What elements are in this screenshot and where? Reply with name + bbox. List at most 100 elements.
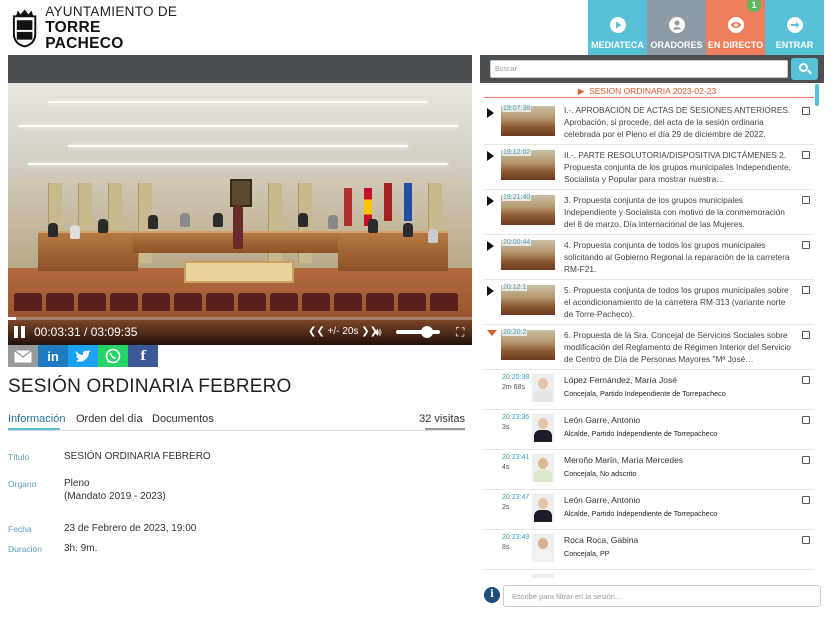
agenda-text: II.-. PARTE RESOLUTORIA/DISPOSITIVA DICT… (564, 150, 791, 184)
share-icon[interactable] (802, 107, 810, 115)
speaker-item[interactable]: 20:23:47 2s León Garre, Antonio Alcalde,… (484, 490, 814, 530)
expanded-arrow-icon (487, 330, 497, 336)
session-header[interactable]: ▶ SESION ORDINARIA 2023-02-23 (480, 84, 814, 98)
share-icon[interactable] (802, 416, 810, 424)
sidebar-scrollbar[interactable] (815, 84, 819, 106)
speaker-name: Meroño Marín, María Mercedes (564, 455, 684, 465)
agenda-item[interactable]: 19:07:38 I.-. APROBACIÓN DE ACTAS DE SES… (484, 100, 814, 145)
tab-informacion[interactable]: Información (8, 413, 65, 425)
agenda-item[interactable]: 20:12:1 5. Propuesta conjunta de todos l… (484, 280, 814, 325)
main-nav: MEDIATECA ORADORES 1 EN DIRECTO ENTRAR (588, 0, 824, 55)
nav-mediateca-button[interactable]: MEDIATECA (588, 0, 647, 55)
search-button[interactable] (791, 58, 818, 80)
speaker-role: Alcalde, Partido Independiente de Torrep… (564, 509, 718, 518)
visit-count: 32 visitas (419, 413, 465, 425)
share-icon[interactable] (802, 456, 810, 464)
speaker-item[interactable]: 20:20:38 2m 68s López Fernández, María J… (484, 370, 814, 410)
logo-line1: AYUNTAMIENTO DE (45, 3, 178, 19)
session-filter-input[interactable]: Escribe para filtrar en la sesión... (503, 585, 821, 607)
speaker-item[interactable]: 20:23:41 4s Meroño Marín, María Mercedes… (484, 450, 814, 490)
volume-slider[interactable] (396, 330, 440, 334)
share-icon[interactable] (802, 151, 810, 159)
agenda-item[interactable]: 19:12:02 II.-. PARTE RESOLUTORIA/DISPOSI… (484, 145, 814, 190)
share-facebook-button[interactable]: f (128, 345, 158, 367)
organo-mandate: (Mandato 2019 - 2023) (64, 491, 166, 502)
session-timeline: 19:07:38 I.-. APROBACIÓN DE ACTAS DE SES… (484, 100, 814, 578)
nav-entrar-label: ENTRAR (775, 40, 814, 50)
duracion-label: Duración (8, 544, 43, 554)
twitter-icon (75, 349, 91, 362)
fullscreen-icon[interactable]: ⛶ (456, 325, 464, 340)
play-triangle-icon: ▶ (577, 86, 585, 96)
logo-line2: TORRE PACHECO (45, 19, 124, 52)
eye-icon (727, 17, 744, 33)
session-divider (484, 97, 814, 98)
nav-en-directo-button[interactable]: 1 EN DIRECTO (706, 0, 765, 55)
speaker-time: 20:23:36 (502, 414, 530, 421)
video-topbar (8, 55, 472, 83)
video-player[interactable]: 00:03:31 / 03:09:35 ❮❮ +/- 20s ❯❯ 🔊︎ ⛶ (8, 83, 472, 345)
avatar (532, 454, 554, 482)
linkedin-icon: in (47, 348, 59, 364)
facebook-icon: f (140, 348, 146, 364)
skip-back-icon: ❮❮ (308, 326, 325, 337)
info-tabs: Información Orden del día Documentos 32 … (8, 411, 465, 431)
avatar (532, 574, 554, 578)
speaker-role: Concejala, Partido Independiente de Torr… (564, 389, 726, 398)
skip-20s-button[interactable]: ❮❮ +/- 20s ❯❯ (308, 326, 378, 337)
share-icon[interactable] (802, 331, 810, 339)
active-tab-indicator (8, 428, 60, 430)
titulo-value: SESIÓN ORDINARIA FEBRERO (64, 451, 211, 462)
video-controls: 00:03:31 / 03:09:35 ❮❮ +/- 20s ❯❯ 🔊︎ ⛶ (8, 317, 472, 345)
volume-icon[interactable]: 🔊︎ (374, 325, 382, 340)
speaker-item[interactable]: 20:23:36 3s León Garre, Antonio Alcalde,… (484, 410, 814, 450)
agenda-time: 19:07:38 (502, 105, 532, 112)
agenda-time: 20:00:44 (502, 239, 532, 246)
share-email-button[interactable] (8, 345, 38, 367)
speaker-duration: 2s (502, 504, 510, 511)
share-icon[interactable] (802, 241, 810, 249)
speaker-time: 20:23:47 (502, 494, 530, 501)
speaker-item[interactable]: 20:23:49 8s Roca Roca, Gabina Concejala,… (484, 530, 814, 570)
agenda-item[interactable]: 19:21:40 3. Propuesta conjunta de los gr… (484, 190, 814, 235)
nav-entrar-button[interactable]: ENTRAR (765, 0, 824, 55)
agenda-item[interactable]: 20:00:44 4. Propuesta conjunta de todos … (484, 235, 814, 280)
whatsapp-icon (105, 348, 121, 364)
nav-en-directo-label: EN DIRECTO (707, 40, 764, 50)
share-icon[interactable] (802, 376, 810, 384)
speaker-name: León Garre, Antonio (564, 495, 641, 505)
share-icon[interactable] (802, 196, 810, 204)
info-icon[interactable]: i (484, 587, 500, 603)
visits-underline (425, 428, 465, 430)
share-icon[interactable] (802, 536, 810, 544)
pause-button[interactable] (14, 326, 26, 338)
share-twitter-button[interactable] (68, 345, 98, 367)
play-arrow-icon (487, 196, 494, 206)
share-icon[interactable] (802, 496, 810, 504)
avatar (532, 414, 554, 442)
share-linkedin-button[interactable]: in (38, 345, 68, 367)
speaker-duration: 8s (502, 544, 510, 551)
site-logo[interactable]: AYUNTAMIENTO DE TORRE PACHECO (10, 3, 180, 52)
search-input[interactable]: Buscar (490, 60, 788, 78)
nav-oradores-button[interactable]: ORADORES (647, 0, 706, 55)
speaker-time: 20:23:41 (502, 454, 530, 461)
share-icon[interactable] (802, 286, 810, 294)
video-progress-bar[interactable] (8, 317, 472, 320)
speaker-name: Roca Roca, Gabina (564, 535, 639, 545)
speaker-time: 20:23:49 (502, 534, 530, 541)
speaker-duration: 3s (502, 424, 510, 431)
video-progress-fill (8, 317, 17, 320)
video-time: 00:03:31 / 03:09:35 (34, 325, 138, 339)
speaker-name: León Garre, Antonio (564, 415, 641, 425)
speaker-role: Concejala, No adscrito (564, 469, 637, 478)
share-whatsapp-button[interactable] (98, 345, 128, 367)
fecha-label: Fecha (8, 524, 32, 534)
speaker-role: Concejala, PP (564, 549, 610, 558)
volume-slider-knob[interactable] (420, 326, 433, 338)
speaker-name: López Fernández, María José (564, 375, 677, 385)
tab-documentos[interactable]: Documentos (152, 413, 214, 425)
agenda-item[interactable]: 20:20:2 6. Propuesta de la Sra. Concejal… (484, 325, 814, 370)
tab-orden-del-dia[interactable]: Orden del día (76, 413, 143, 425)
live-count-badge: 1 (747, 0, 761, 12)
